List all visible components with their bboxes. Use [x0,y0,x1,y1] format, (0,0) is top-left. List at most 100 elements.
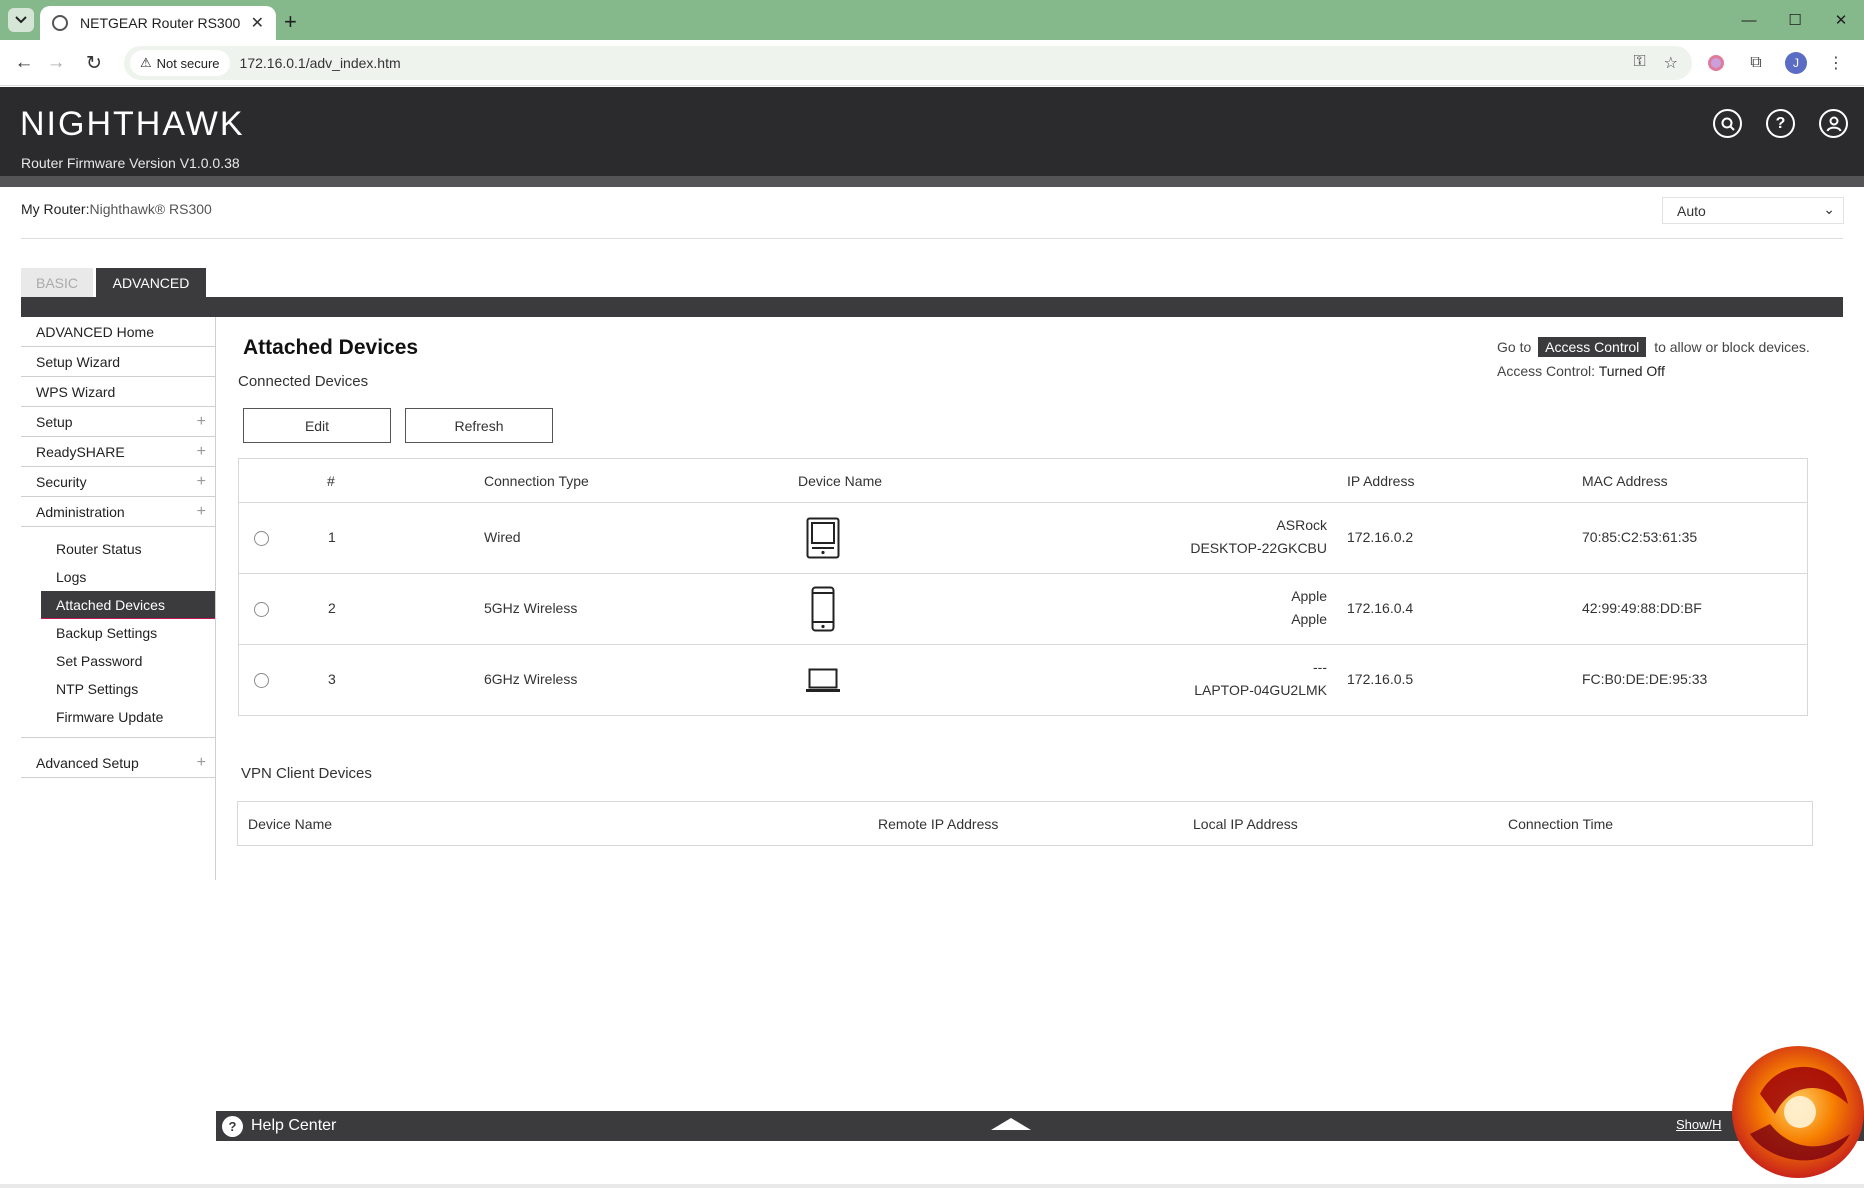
access-status-value: Turned Off [1598,363,1665,379]
browser-menu-icon[interactable]: ⋮ [1822,49,1850,77]
help-center-label: Help Center [251,1117,337,1134]
language-value: Auto [1677,203,1706,219]
bottom-border [0,1184,1864,1188]
device-radio[interactable] [254,531,269,546]
expand-plus-icon[interactable]: + [197,748,206,778]
device-manufacturer: --- [1313,659,1327,675]
help-icon[interactable]: ? [1766,109,1795,138]
connected-devices-title: Connected Devices [238,373,369,390]
sidebar: ADVANCED Home Setup Wizard WPS Wizard Se… [21,317,215,778]
sidebar-item-label: ReadySHARE [36,444,125,460]
sidebar-item-setup-wizard[interactable]: Setup Wizard [21,347,215,377]
sidebar-subitem-backup-settings[interactable]: Backup Settings [41,619,215,647]
firmware-version: Router Firmware Version V1.0.0.38 [21,155,240,171]
sidebar-subitem-router-status[interactable]: Router Status [41,535,215,563]
sidebar-item-advanced-setup[interactable]: Advanced Setup + [21,748,215,778]
expand-plus-icon[interactable]: + [197,407,206,437]
refresh-button[interactable]: Refresh [405,408,553,443]
new-tab-button[interactable]: + [284,9,297,35]
back-icon[interactable]: ← [10,50,38,76]
profile-avatar[interactable]: J [1782,49,1810,77]
desktop-icon [806,517,840,562]
user-account-icon[interactable] [1819,109,1848,138]
device-hostname: Apple [1291,611,1327,627]
sidebar-divider [215,317,216,880]
device-radio[interactable] [254,673,269,688]
sidebar-subitem-logs[interactable]: Logs [41,563,215,591]
tab-basic[interactable]: BASIC [21,268,93,298]
sidebar-item-security[interactable]: Security + [21,467,215,497]
expand-up-arrow-icon[interactable] [991,1118,1031,1130]
minimize-icon[interactable]: — [1726,0,1772,40]
reload-icon[interactable]: ↻ [80,50,108,76]
close-window-icon[interactable]: ✕ [1818,0,1864,40]
sidebar-item-label: Setup [36,414,73,430]
expand-plus-icon[interactable]: + [197,467,206,497]
extension-color-icon[interactable] [1702,49,1730,77]
my-router-label: My Router:Nighthawk® RS300 [21,201,212,217]
access-control-hint: Go to Access Control to allow or block d… [1497,337,1810,357]
sidebar-item-readyshare[interactable]: ReadySHARE + [21,437,215,467]
forward-icon[interactable]: → [42,50,70,76]
table-row[interactable]: 2 5GHz Wireless Apple Apple 172.16.0.4 4… [239,574,1807,645]
table-header: # Connection Type Device Name IP Address… [239,459,1807,503]
col-local-ip: Local IP Address [1193,816,1298,832]
warning-icon: ⚠ [140,55,152,70]
device-number: 3 [328,671,336,687]
col-ip-address: IP Address [1347,473,1415,489]
mac-address: FC:B0:DE:DE:95:33 [1582,671,1708,687]
maximize-icon[interactable]: ☐ [1772,0,1818,40]
sidebar-item-setup[interactable]: Setup + [21,407,215,437]
window-controls: — ☐ ✕ [1726,0,1864,40]
tab-search-button[interactable] [8,8,34,32]
search-icon[interactable] [1713,109,1742,138]
edit-button[interactable]: Edit [243,408,391,443]
sidebar-item-label: ADVANCED Home [36,324,154,340]
help-center-bar[interactable]: ? Help Center Show/H [216,1111,1864,1141]
router-header: NIGHTHAWK Router Firmware Version V1.0.0… [0,87,1864,176]
sidebar-subitem-set-password[interactable]: Set Password [41,647,215,675]
expand-plus-icon[interactable]: + [197,497,206,527]
url-text[interactable]: 172.16.0.1/adv_index.htm [240,55,401,71]
device-radio[interactable] [254,602,269,617]
sidebar-item-wps-wizard[interactable]: WPS Wizard [21,377,215,407]
profile-initial: J [1785,52,1807,74]
language-select[interactable]: Auto ⌄ [1662,197,1844,224]
security-chip[interactable]: ⚠ Not secure [130,50,230,76]
bookmark-star-icon[interactable]: ☆ [1664,53,1678,73]
mode-bar [21,297,1843,317]
access-control-link[interactable]: Access Control [1538,337,1647,357]
device-name: Apple Apple [1291,585,1327,631]
col-connection-time: Connection Time [1508,816,1614,832]
vpn-client-table: Device Name Remote IP Address Local IP A… [237,801,1813,846]
ip-address: 172.16.0.5 [1347,671,1414,687]
connected-devices-table: # Connection Type Device Name IP Address… [238,458,1808,716]
table-row[interactable]: 3 6GHz Wireless --- LAPTOP-04GU2LMK 172.… [239,645,1807,716]
col-connection-type: Connection Type [484,473,589,489]
sidebar-subitem-attached-devices[interactable]: Attached Devices [41,591,215,619]
phone-icon [811,586,835,635]
extensions-puzzle-icon[interactable]: ⧉ [1742,49,1770,77]
sidebar-item-administration[interactable]: Administration + [21,497,215,527]
sidebar-item-label: Advanced Setup [36,755,139,771]
expand-plus-icon[interactable]: + [197,437,206,467]
address-bar[interactable]: ⚠ Not secure 172.16.0.1/adv_index.htm ⚿ … [124,46,1692,80]
sidebar-subitem-firmware-update[interactable]: Firmware Update [41,703,215,731]
table-row[interactable]: 1 Wired ASRock DESKTOP-22GKCBU 172.16.0.… [239,503,1807,574]
device-name: --- LAPTOP-04GU2LMK [1194,656,1327,702]
access-control-status: Access Control: Turned Off [1497,363,1665,379]
security-label: Not secure [156,55,220,71]
tab-advanced[interactable]: ADVANCED [96,268,206,298]
close-tab-icon[interactable]: ✕ [251,13,264,33]
sidebar-item-label: Security [36,474,87,490]
col-remote-ip: Remote IP Address [878,816,999,832]
goto-prefix: Go to [1497,339,1532,355]
nighthawk-logo: NIGHTHAWK [20,105,245,143]
sidebar-item-advanced-home[interactable]: ADVANCED Home [21,317,215,347]
sidebar-subitem-ntp-settings[interactable]: NTP Settings [41,675,215,703]
col-device-name: Device Name [798,473,883,489]
browser-tab[interactable]: NETGEAR Router RS300 ✕ [40,6,276,40]
page-title: Attached Devices [243,336,419,359]
show-hide-help-link[interactable]: Show/H [1676,1117,1722,1132]
password-key-icon[interactable]: ⚿ [1633,53,1645,73]
